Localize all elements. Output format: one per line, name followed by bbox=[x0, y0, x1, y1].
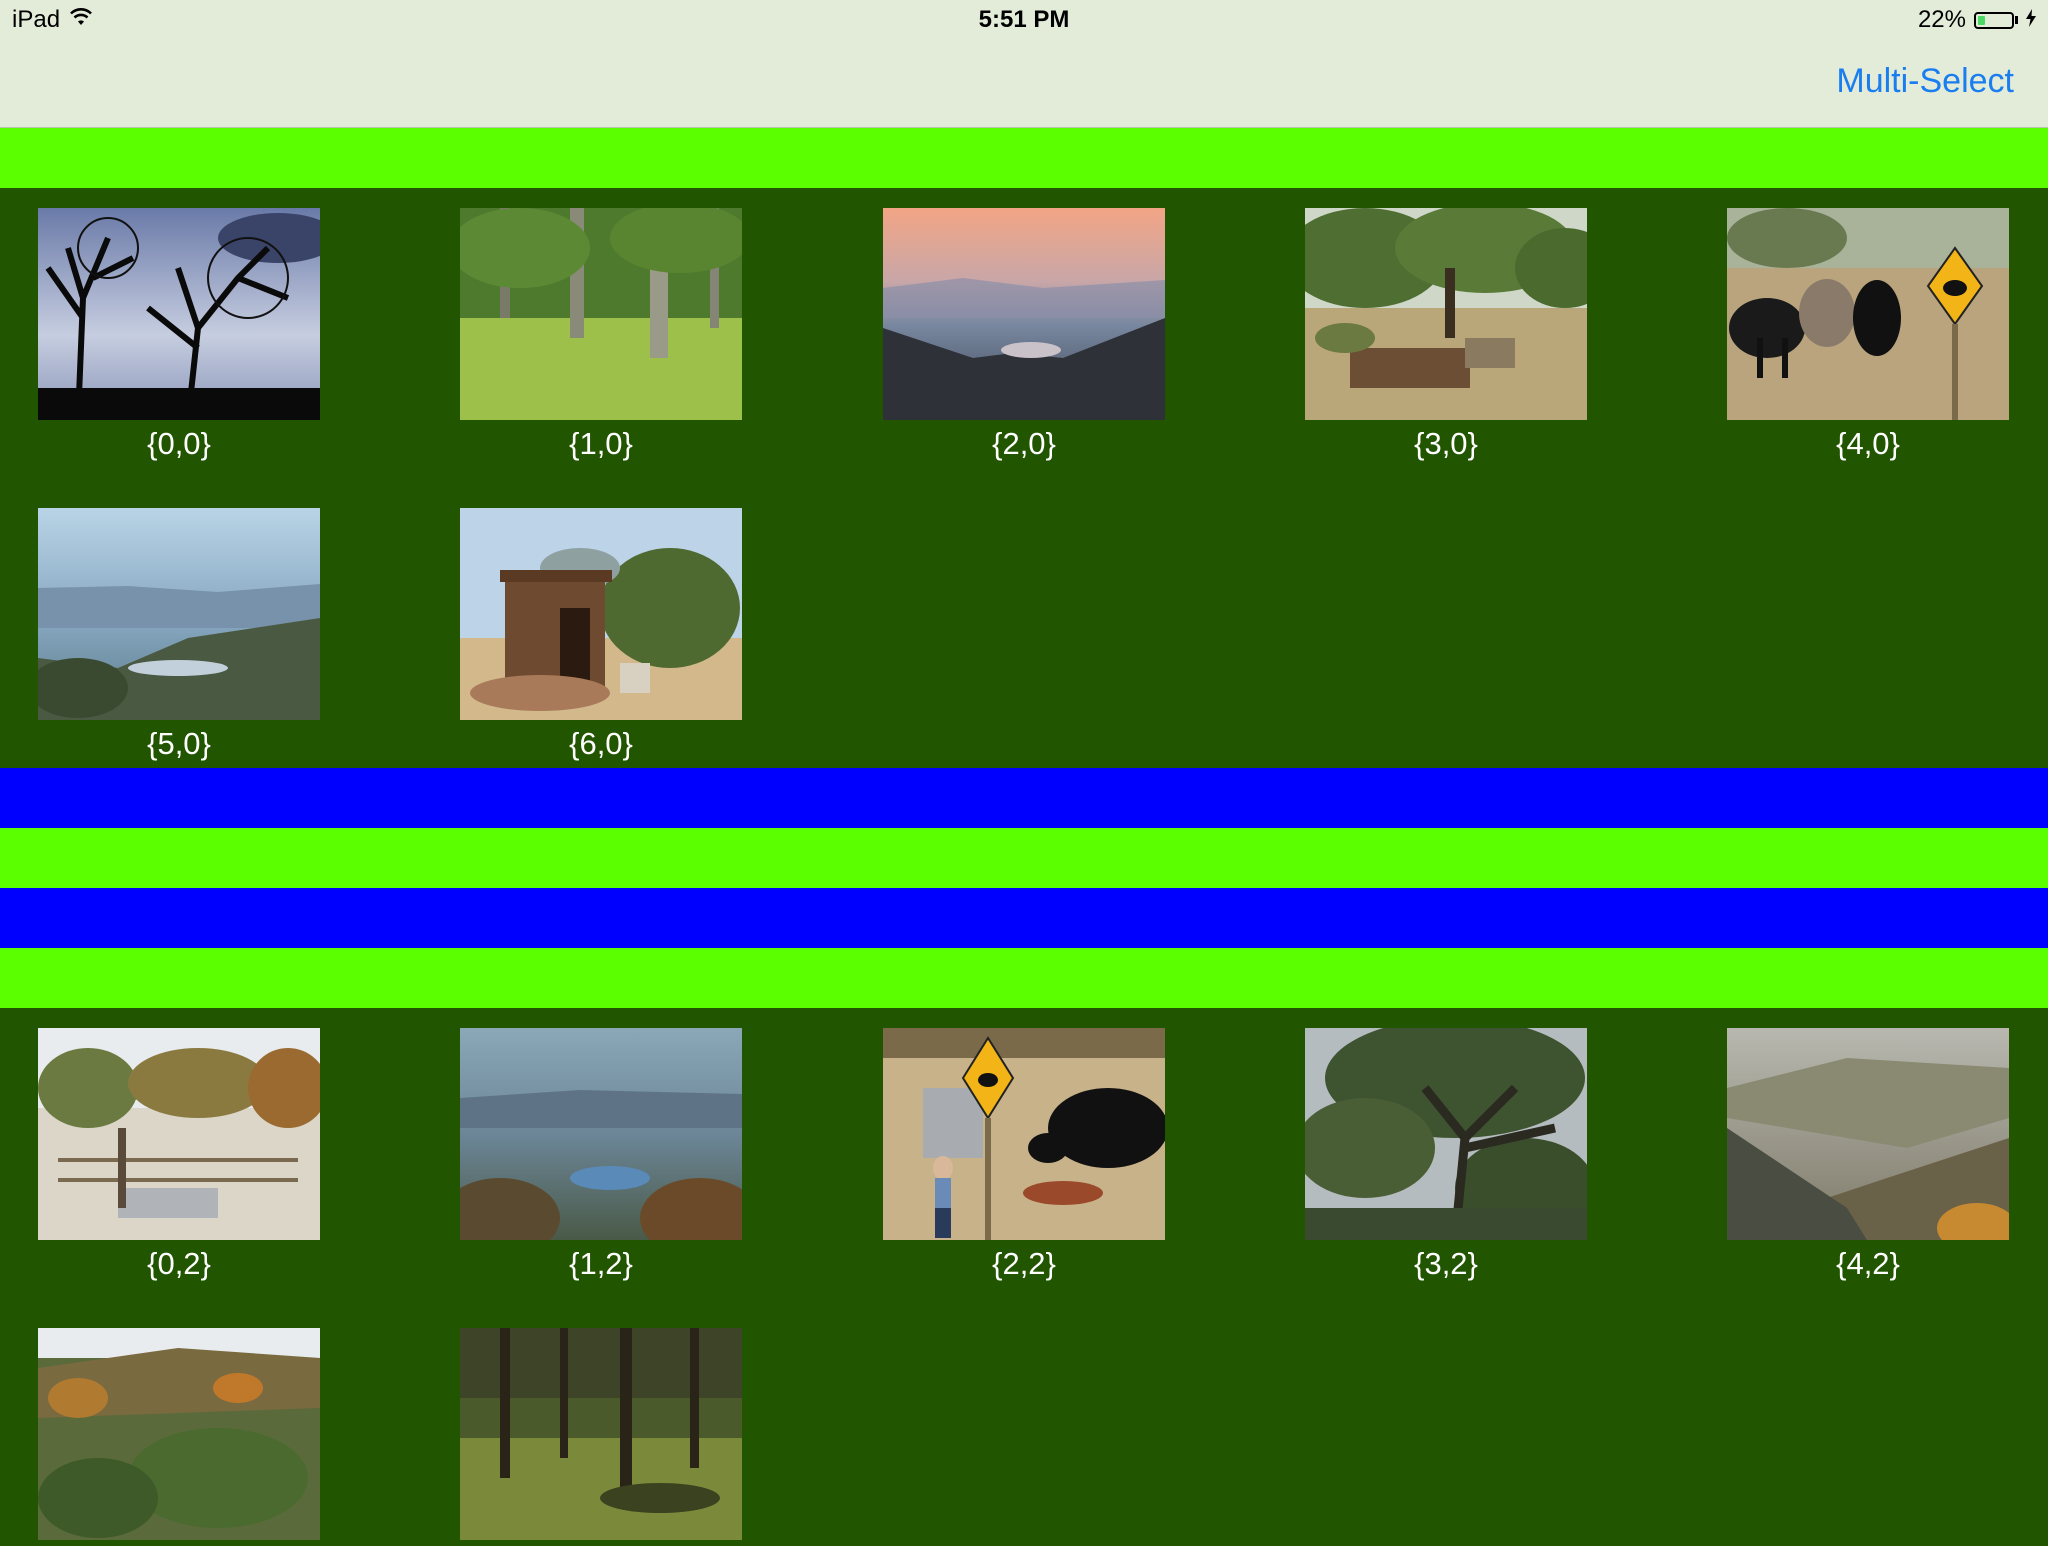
battery-percent: 22% bbox=[1917, 6, 1966, 33]
photo-thumbnail bbox=[1727, 1028, 2009, 1240]
photo-caption: {1,2} bbox=[569, 1246, 633, 1281]
navigation-bar: Multi-Select bbox=[0, 40, 2048, 128]
photo-caption: {3,2} bbox=[1414, 1246, 1478, 1281]
photo-thumbnail bbox=[460, 1328, 742, 1540]
photo-thumbnail bbox=[460, 208, 742, 420]
photo-caption: {4,2} bbox=[1836, 1246, 1900, 1281]
photo-cell[interactable]: {0,2} bbox=[38, 1028, 320, 1282]
status-time: 5:51 PM bbox=[978, 6, 1070, 33]
photo-thumbnail bbox=[883, 208, 1165, 420]
photo-caption: {2,0} bbox=[992, 426, 1056, 461]
photo-cell[interactable]: {2,2} bbox=[883, 1028, 1165, 1282]
multi-select-button[interactable]: Multi-Select bbox=[1836, 62, 2014, 101]
photo-cell[interactable] bbox=[38, 1328, 320, 1546]
photo-cell[interactable]: {4,0} bbox=[1727, 208, 2009, 462]
section-header-1 bbox=[0, 828, 2048, 888]
status-right: 22% bbox=[1918, 6, 2036, 34]
photo-thumbnail bbox=[1727, 208, 2009, 420]
photo-thumbnail bbox=[38, 1028, 320, 1240]
photo-caption: {5,0} bbox=[147, 726, 211, 761]
photo-caption: {2,2} bbox=[992, 1246, 1056, 1281]
photo-caption: {3,0} bbox=[1414, 426, 1478, 461]
photo-thumbnail bbox=[1305, 208, 1587, 420]
section-footer-1 bbox=[0, 888, 2048, 948]
battery-icon bbox=[1974, 11, 2018, 29]
photo-thumbnail bbox=[460, 508, 742, 720]
photo-thumbnail bbox=[883, 1028, 1165, 1240]
photo-thumbnail bbox=[38, 508, 320, 720]
photo-cell[interactable]: {0,0} bbox=[38, 208, 320, 462]
photo-cell[interactable]: {1,0} bbox=[460, 208, 742, 462]
photo-caption: {6,0} bbox=[569, 726, 633, 761]
section-footer-0 bbox=[0, 768, 2048, 828]
photo-caption: {4,0} bbox=[1836, 426, 1900, 461]
photo-thumbnail bbox=[38, 208, 320, 420]
photo-cell[interactable]: {5,0} bbox=[38, 508, 320, 762]
photo-cell[interactable]: {3,2} bbox=[1305, 1028, 1587, 1282]
photo-caption: {0,2} bbox=[147, 1246, 211, 1281]
photo-cell[interactable]: {6,0} bbox=[460, 508, 742, 762]
photo-caption: {0,0} bbox=[147, 426, 211, 461]
section-header-2 bbox=[0, 948, 2048, 1008]
photo-thumbnail bbox=[38, 1328, 320, 1540]
charging-bolt-icon bbox=[2026, 6, 2036, 34]
photo-thumbnail bbox=[1305, 1028, 1587, 1240]
status-bar: iPad 5:51 PM 22% bbox=[0, 0, 2048, 40]
photo-cell[interactable]: {4,2} bbox=[1727, 1028, 2009, 1282]
photo-cell[interactable]: {1,2} bbox=[460, 1028, 742, 1282]
photo-cell[interactable]: {3,0} bbox=[1305, 208, 1587, 462]
section-header-0 bbox=[0, 128, 2048, 188]
photo-cell[interactable]: {2,0} bbox=[883, 208, 1165, 462]
photo-cell[interactable] bbox=[460, 1328, 742, 1546]
photo-caption: {1,0} bbox=[569, 426, 633, 461]
photo-thumbnail bbox=[460, 1028, 742, 1240]
